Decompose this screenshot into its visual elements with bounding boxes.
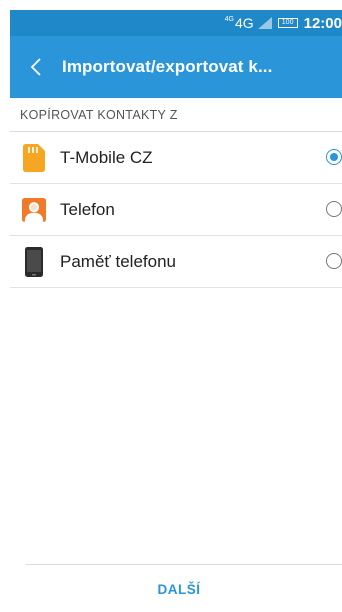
battery-icon: 100 bbox=[277, 18, 298, 28]
signal-icon bbox=[257, 17, 272, 29]
option-pamet-telefonu[interactable]: Paměť telefonu bbox=[10, 236, 342, 288]
option-label: Paměť telefonu bbox=[60, 251, 177, 271]
app-bar: Importovat/exportovat k... bbox=[10, 36, 342, 98]
radio-telefon[interactable] bbox=[326, 201, 342, 217]
option-telefon[interactable]: Telefon bbox=[10, 184, 342, 236]
sim-card-icon bbox=[22, 143, 46, 173]
source-list: T-Mobile CZ Telefon Paměť telefonu bbox=[10, 132, 342, 288]
network-type: 4G bbox=[234, 15, 254, 31]
option-label: T-Mobile CZ bbox=[60, 147, 153, 167]
option-label: Telefon bbox=[60, 199, 115, 219]
clock: 12:00 bbox=[303, 14, 342, 32]
section-header: KOPÍROVAT KONTAKTY Z bbox=[10, 98, 342, 132]
radio-t-mobile[interactable] bbox=[326, 149, 342, 165]
page-title: Importovat/exportovat k... bbox=[62, 57, 273, 76]
option-t-mobile[interactable]: T-Mobile CZ bbox=[10, 132, 342, 184]
radio-pamet-telefonu[interactable] bbox=[326, 253, 342, 269]
phone-icon bbox=[22, 246, 46, 277]
network-superscript: 4G bbox=[224, 15, 234, 23]
bottom-bar: DALŠÍ bbox=[26, 564, 342, 612]
chevron-left-icon bbox=[30, 58, 41, 76]
contact-icon bbox=[22, 195, 46, 225]
next-button[interactable]: DALŠÍ bbox=[26, 565, 342, 612]
screen: 4G 4G 100 12:00 Importovat/exportovat k.… bbox=[0, 0, 342, 612]
back-button[interactable] bbox=[10, 36, 62, 98]
status-bar: 4G 4G 100 12:00 bbox=[10, 10, 342, 36]
